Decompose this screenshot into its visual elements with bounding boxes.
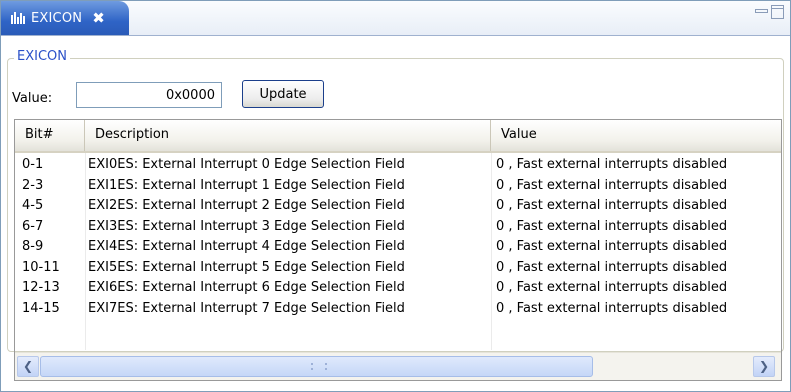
table-row[interactable]: 10-11 EXI5ES: External Interrupt 5 Edge S… — [15, 258, 777, 278]
bit-cell: 8-9 — [22, 239, 44, 254]
group-label: EXICON — [14, 49, 70, 64]
value-cell: 0 , Fast external interrupts disabled — [496, 177, 728, 193]
value-label: Value: — [12, 91, 53, 106]
bit-table: Bit# Description Value 0-1 EXI0ES: Extern… — [14, 119, 782, 381]
description-cell: EXI4ES: External Interrupt 4 Edge Select… — [88, 239, 405, 254]
table-header: Bit# Description Value — [15, 120, 781, 153]
table-row[interactable]: 4-5 EXI2ES: External Interrupt 2 Edge Sel… — [15, 196, 777, 216]
column-header-bit[interactable]: Bit# — [15, 120, 85, 151]
value-cell: 0 , Fast external interrupts disabled — [496, 239, 728, 254]
bit-cell: 10-11 — [22, 259, 60, 275]
description-cell: EXI1ES: External Interrupt 1 Edge Select… — [88, 177, 405, 193]
value-cell: 0 , Fast external interrupts disabled — [496, 300, 728, 316]
close-icon[interactable]: ✖ — [92, 9, 105, 27]
value-cell: 0 , Fast external interrupts disabled — [496, 198, 728, 213]
description-cell: EXI6ES: External Interrupt 6 Edge Select… — [88, 280, 405, 295]
description-cell: EXI3ES: External Interrupt 3 Edge Select… — [88, 218, 405, 234]
table-row[interactable]: 2-3 EXI1ES: External Interrupt 1 Edge Sel… — [15, 176, 777, 196]
value-cell: 0 , Fast external interrupts disabled — [496, 157, 728, 172]
description-cell: EXI5ES: External Interrupt 5 Edge Select… — [88, 259, 405, 275]
tab-strip: EXICON ✖ — [1, 1, 790, 36]
column-header-value[interactable]: Value — [491, 120, 781, 151]
tab-exicon[interactable]: EXICON ✖ — [1, 1, 129, 35]
table-row[interactable]: 6-7 EXI3ES: External Interrupt 3 Edge Sel… — [15, 217, 777, 237]
value-input[interactable] — [76, 82, 222, 108]
minimize-icon[interactable] — [755, 9, 768, 13]
value-cell: 0 , Fast external interrupts disabled — [496, 259, 728, 275]
description-cell: EXI0ES: External Interrupt 0 Edge Select… — [88, 157, 405, 172]
table-row[interactable]: 12-13 EXI6ES: External Interrupt 6 Edge S… — [15, 278, 777, 298]
value-cell: 0 , Fast external interrupts disabled — [496, 280, 728, 295]
scrollbar-thumb[interactable] — [40, 356, 593, 377]
bit-cell: 14-15 — [22, 300, 60, 316]
column-header-description[interactable]: Description — [85, 120, 491, 151]
horizontal-scrollbar[interactable]: ❮ ❯ — [15, 352, 781, 380]
table-row[interactable]: 14-15 EXI7ES: External Interrupt 7 Edge S… — [15, 299, 777, 319]
bit-cell: 4-5 — [22, 198, 44, 213]
table-row[interactable]: 8-9 EXI4ES: External Interrupt 4 Edge Sel… — [15, 237, 777, 257]
scroll-right-icon[interactable]: ❯ — [753, 356, 775, 377]
tab-title: EXICON — [31, 10, 83, 26]
table-row[interactable]: 0-1 EXI0ES: External Interrupt 0 Edge Sel… — [15, 155, 777, 175]
bit-cell: 12-13 — [22, 280, 60, 295]
maximize-icon[interactable] — [771, 5, 784, 19]
bit-cell: 6-7 — [22, 218, 44, 234]
bit-cell: 2-3 — [22, 177, 44, 193]
value-cell: 0 , Fast external interrupts disabled — [496, 218, 728, 234]
update-button[interactable]: Update — [242, 80, 324, 108]
grip-icon — [311, 363, 327, 370]
exicon-view: EXICON ✖ EXICON Value: Update Bit# Descr… — [0, 0, 791, 392]
description-cell: EXI2ES: External Interrupt 2 Edge Select… — [88, 198, 405, 213]
description-cell: EXI7ES: External Interrupt 7 Edge Select… — [88, 300, 405, 316]
scroll-left-icon[interactable]: ❮ — [17, 356, 39, 377]
bit-cell: 0-1 — [22, 157, 44, 172]
register-bars-icon — [10, 11, 26, 25]
